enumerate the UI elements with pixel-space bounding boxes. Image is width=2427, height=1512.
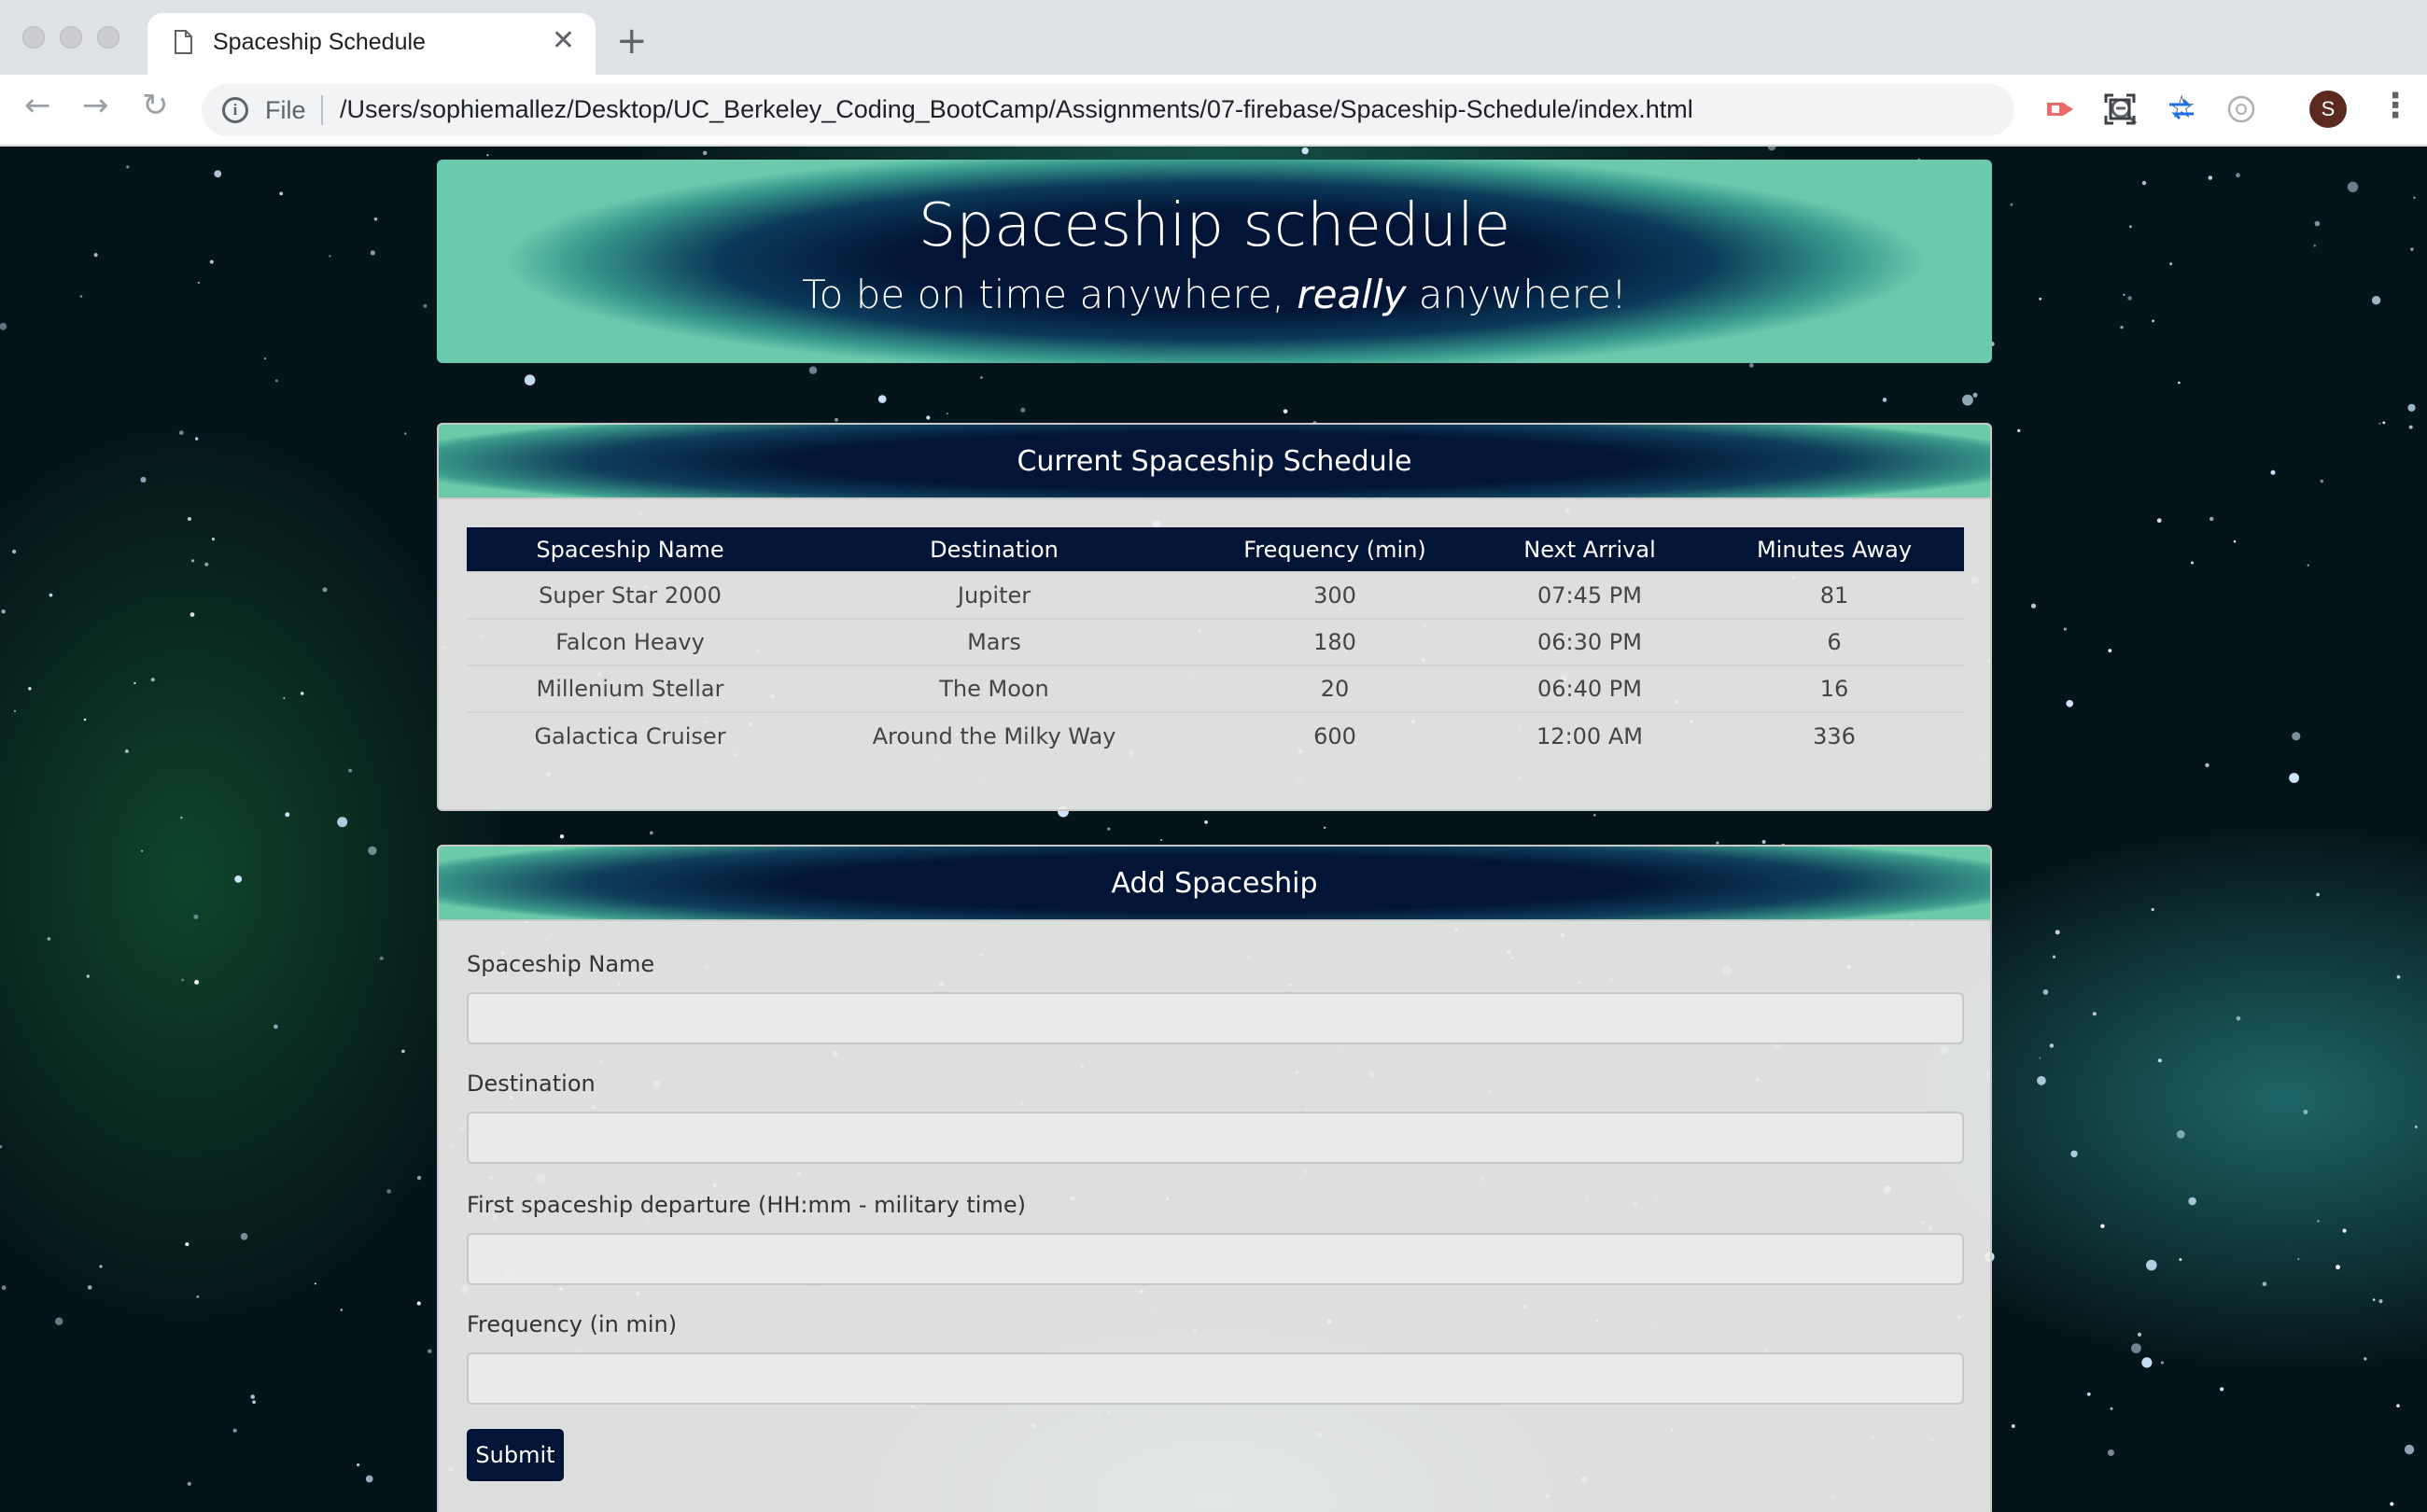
- column-header: Frequency (min): [1195, 527, 1475, 572]
- extension-icon[interactable]: [2044, 93, 2076, 125]
- header-banner: Spaceship schedule To be on time anywher…: [437, 160, 1992, 363]
- table-cell: 20: [1195, 665, 1475, 712]
- menu-icon[interactable]: ⋮: [2378, 90, 2412, 123]
- table-row: Super Star 2000 Jupiter 300 07:45 PM 81: [467, 571, 1964, 619]
- table-row: Galactica Cruiser Around the Milky Way 6…: [467, 711, 1964, 759]
- table-cell: 600: [1195, 711, 1475, 759]
- add-spaceship-card: Add Spaceship Spaceship Name Destination…: [437, 845, 1992, 1512]
- window-maximize-button[interactable]: [97, 26, 119, 49]
- subtitle-text-start: To be on time anywhere,: [802, 272, 1298, 317]
- table-cell: 16: [1705, 665, 1964, 712]
- schedule-card: Current Spaceship Schedule Spaceship Nam…: [437, 423, 1992, 811]
- destination-input[interactable]: [467, 1112, 1964, 1164]
- window-minimize-button[interactable]: [60, 26, 82, 49]
- table-cell: 336: [1705, 711, 1964, 759]
- table-cell: Mars: [793, 618, 1195, 665]
- table-cell: 06:30 PM: [1475, 618, 1705, 665]
- page-subtitle: To be on time anywhere, really anywhere!: [437, 272, 1992, 317]
- back-icon[interactable]: ←: [24, 90, 51, 121]
- submit-button[interactable]: Submit: [467, 1429, 564, 1481]
- tab-title: Spaceship Schedule: [213, 29, 426, 55]
- column-header: Next Arrival: [1475, 527, 1705, 572]
- first-departure-label: First spaceship departure (HH:mm - milit…: [467, 1192, 1026, 1218]
- info-icon[interactable]: i: [222, 97, 248, 123]
- table-row: Falcon Heavy Mars 180 06:30 PM 6: [467, 618, 1964, 665]
- table-cell: Falcon Heavy: [467, 618, 793, 665]
- arrows-extension-icon[interactable]: [2166, 93, 2197, 125]
- spaceship-name-input[interactable]: [467, 992, 1964, 1044]
- first-departure-input[interactable]: [467, 1233, 1964, 1285]
- table-cell: 81: [1705, 571, 1964, 619]
- schedule-card-header: Current Spaceship Schedule: [439, 425, 1990, 499]
- window-close-button[interactable]: [22, 26, 45, 49]
- table-cell: Galactica Cruiser: [467, 711, 793, 759]
- avatar[interactable]: S: [2309, 91, 2347, 128]
- table-cell: 180: [1195, 618, 1475, 665]
- table-cell: Jupiter: [793, 571, 1195, 619]
- address-scheme: File: [265, 96, 306, 124]
- document-icon: [175, 30, 192, 54]
- table-header-row: Spaceship Name Destination Frequency (mi…: [467, 527, 1964, 572]
- address-bar[interactable]: i File /Users/sophiemallez/Desktop/UC_Be…: [202, 84, 2196, 136]
- destination-label: Destination: [467, 1071, 596, 1097]
- column-header: Destination: [793, 527, 1195, 572]
- add-spaceship-header: Add Spaceship: [439, 847, 1990, 921]
- frequency-label: Frequency (in min): [467, 1311, 678, 1337]
- screenshot-extension-icon[interactable]: [2104, 93, 2136, 125]
- table-cell: Around the Milky Way: [793, 711, 1195, 759]
- table-cell: 06:40 PM: [1475, 665, 1705, 712]
- new-tab-icon[interactable]: +: [616, 22, 648, 60]
- circle-extension-icon[interactable]: [2225, 93, 2257, 125]
- browser-tab[interactable]: Spaceship Schedule ✕: [147, 13, 596, 75]
- page-viewport: Spaceship schedule To be on time anywher…: [0, 147, 2427, 1512]
- subtitle-emphasis: really: [1297, 272, 1407, 317]
- address-url[interactable]: /Users/sophiemallez/Desktop/UC_Berkeley_…: [340, 95, 1693, 124]
- page-title: Spaceship schedule: [918, 191, 1511, 260]
- table-cell: Millenium Stellar: [467, 665, 793, 712]
- close-icon[interactable]: ✕: [552, 27, 575, 55]
- table-cell: 12:00 AM: [1475, 711, 1705, 759]
- table-cell: 6: [1705, 618, 1964, 665]
- reload-icon[interactable]: ↻: [142, 90, 169, 121]
- forward-icon[interactable]: →: [82, 90, 109, 121]
- browser-titlebar: Spaceship Schedule ✕ +: [0, 0, 2427, 75]
- frequency-input[interactable]: [467, 1352, 1964, 1405]
- schedule-table: Spaceship Name Destination Frequency (mi…: [467, 527, 1964, 759]
- table-cell: 300: [1195, 571, 1475, 619]
- table-cell: Super Star 2000: [467, 571, 793, 619]
- column-header: Spaceship Name: [467, 527, 793, 572]
- spaceship-name-label: Spaceship Name: [467, 951, 655, 977]
- table-cell: 07:45 PM: [1475, 571, 1705, 619]
- address-separator: [321, 95, 323, 125]
- table-row: Millenium Stellar The Moon 20 06:40 PM 1…: [467, 665, 1964, 712]
- table-cell: The Moon: [793, 665, 1195, 712]
- column-header: Minutes Away: [1705, 527, 1964, 572]
- subtitle-text-end: anywhere!: [1406, 272, 1627, 317]
